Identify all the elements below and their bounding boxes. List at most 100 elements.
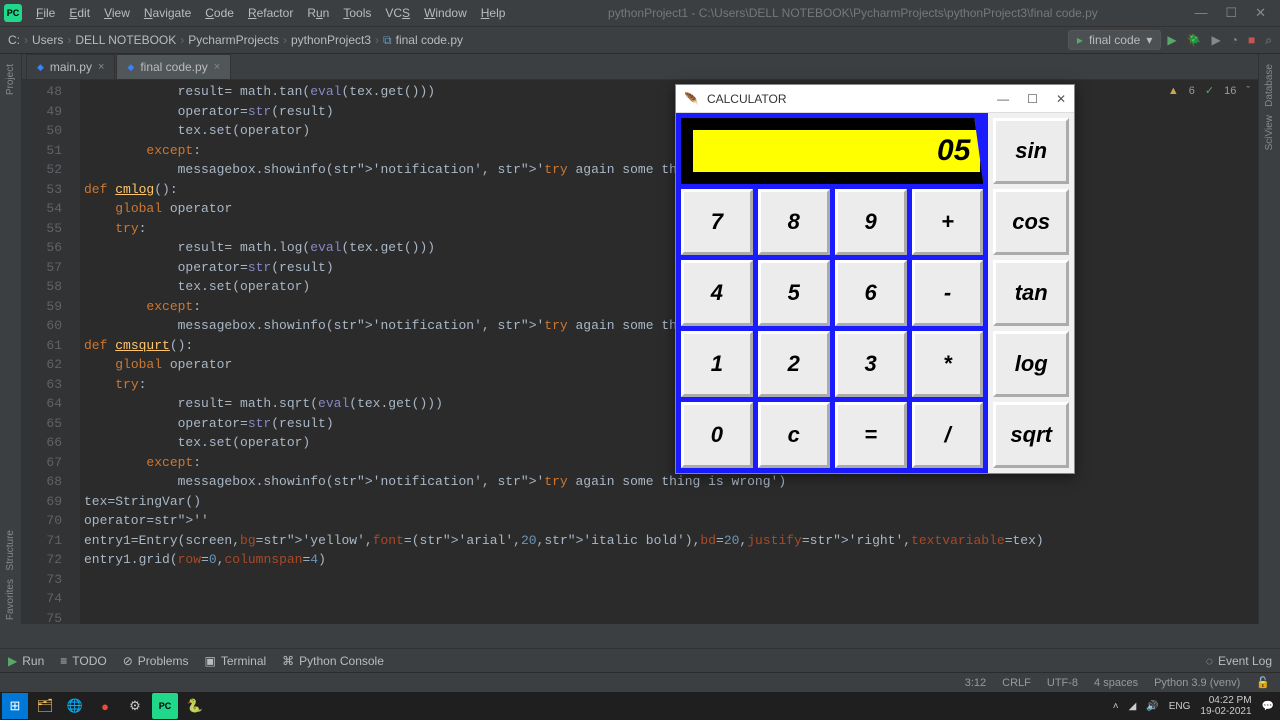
calc-btn-minus[interactable]: - (912, 260, 984, 326)
tool-python-console[interactable]: ⌘Python Console (282, 654, 384, 668)
calc-btn-8[interactable]: 8 (758, 189, 830, 255)
status-caret-pos[interactable]: 3:12 (965, 677, 986, 689)
code-area[interactable]: result= math.tan(eval(tex.get())) operat… (84, 82, 1258, 570)
lock-icon[interactable]: 🔓 (1256, 676, 1270, 689)
calc-maximize-icon[interactable]: ☐ (1027, 92, 1038, 106)
minimize-icon[interactable]: — (1194, 5, 1207, 21)
menu-help[interactable]: Help (475, 3, 512, 23)
tray-chevron-icon[interactable]: ˄ (1113, 701, 1119, 712)
calc-btn-plus[interactable]: + (912, 189, 984, 255)
breadcrumb-item[interactable]: pythonProject3 (291, 33, 371, 47)
calc-display[interactable]: 05 (681, 118, 983, 184)
calc-btn-3[interactable]: 3 (835, 331, 907, 397)
rail-favorites[interactable]: Favorites (5, 575, 16, 624)
status-encoding[interactable]: UTF-8 (1047, 677, 1078, 689)
close-icon[interactable]: ✕ (1255, 5, 1266, 21)
debug-icon[interactable]: 🪲 (1187, 33, 1202, 47)
tab-close-icon[interactable]: × (214, 61, 220, 73)
menu-window[interactable]: Window (418, 3, 473, 23)
breadcrumb-item[interactable]: Users (32, 33, 63, 47)
stop-icon[interactable]: ■ (1248, 33, 1255, 47)
chevron-down-icon: ▾ (1146, 33, 1152, 47)
chrome-icon[interactable]: 🌐 (62, 693, 88, 719)
status-indent[interactable]: 4 spaces (1094, 677, 1138, 689)
menu-tools[interactable]: Tools (337, 3, 377, 23)
calculator-titlebar[interactable]: 🪶 CALCULATOR — ☐ ✕ (676, 85, 1074, 113)
breadcrumb-item[interactable]: PycharmProjects (188, 33, 279, 47)
tab-final-code-py[interactable]: ◆ final code.py × (116, 54, 231, 79)
calc-btn-mul[interactable]: * (912, 331, 984, 397)
maximize-icon[interactable]: ☐ (1225, 5, 1237, 21)
status-interpreter[interactable]: Python 3.9 (venv) (1154, 677, 1240, 689)
right-tool-rail: Database SciView (1258, 54, 1280, 624)
main-menu: File Edit View Navigate Code Refactor Ru… (30, 3, 511, 23)
inspection-widget[interactable]: ▲ 6 ✓ 16 ˇ (1168, 84, 1250, 97)
calc-btn-div[interactable]: / (912, 402, 984, 468)
run-icon[interactable]: ▶ (1167, 33, 1176, 47)
app-icon: PC (4, 4, 22, 22)
calc-btn-5[interactable]: 5 (758, 260, 830, 326)
menu-view[interactable]: View (98, 3, 136, 23)
tray-volume-icon[interactable]: 🔊 (1146, 701, 1158, 712)
calc-btn-sin[interactable]: sin (993, 118, 1069, 184)
menu-code[interactable]: Code (199, 3, 240, 23)
rail-database[interactable]: Database (1264, 60, 1275, 111)
tool-terminal[interactable]: ▣Terminal (204, 654, 266, 668)
warning-count: 6 (1189, 85, 1195, 97)
calc-minimize-icon[interactable]: — (997, 92, 1009, 106)
run-config-dropdown[interactable]: ▸ final code ▾ (1068, 30, 1161, 50)
window-title: pythonProject1 - C:\Users\DELL NOTEBOOK\… (511, 6, 1194, 20)
menu-edit[interactable]: Edit (63, 3, 96, 23)
tab-close-icon[interactable]: × (98, 61, 104, 73)
calc-btn-eq[interactable]: = (835, 402, 907, 468)
tab-label: main.py (50, 60, 92, 74)
tray-network-icon[interactable]: ◢ (1129, 701, 1137, 712)
tray-language[interactable]: ENG (1169, 701, 1191, 712)
tab-label: final code.py (140, 60, 207, 74)
calc-btn-6[interactable]: 6 (835, 260, 907, 326)
start-button[interactable]: ⊞ (2, 693, 28, 719)
settings-icon[interactable]: ⚙ (122, 693, 148, 719)
calc-close-icon[interactable]: ✕ (1056, 92, 1066, 106)
calc-btn-log[interactable]: log (993, 331, 1069, 397)
line-gutter: 4849505152535455565758596061626364656667… (22, 80, 80, 624)
calc-btn-2[interactable]: 2 (758, 331, 830, 397)
calc-btn-4[interactable]: 4 (681, 260, 753, 326)
menu-vcs[interactable]: VCS (379, 3, 416, 23)
calc-btn-9[interactable]: 9 (835, 189, 907, 255)
calc-btn-cos[interactable]: cos (993, 189, 1069, 255)
tool-problems[interactable]: ⊘Problems (123, 654, 189, 668)
python-task-icon[interactable]: 🐍 (182, 693, 208, 719)
rail-structure[interactable]: Structure (5, 526, 16, 575)
rail-project[interactable]: Project (5, 60, 16, 99)
system-clock[interactable]: 04:22 PM 19-02-2021 (1200, 695, 1251, 717)
notification-icon[interactable]: 💬 (1262, 701, 1274, 712)
calc-btn-clear[interactable]: c (758, 402, 830, 468)
search-icon[interactable]: ⌕ (1265, 33, 1272, 48)
file-explorer-icon[interactable]: 🗂 (32, 693, 58, 719)
calc-btn-7[interactable]: 7 (681, 189, 753, 255)
coverage-icon[interactable]: ▶ (1212, 33, 1221, 47)
tool-run[interactable]: ▶Run (8, 654, 44, 668)
menu-file[interactable]: File (30, 3, 61, 23)
breadcrumb-item[interactable]: C: (8, 33, 20, 47)
tab-main-py[interactable]: ◆ main.py × (26, 54, 115, 79)
calc-btn-tan[interactable]: tan (993, 260, 1069, 326)
check-icon: ✓ (1205, 84, 1214, 97)
record-icon[interactable]: ● (92, 693, 118, 719)
tool-todo[interactable]: ≡TODO (60, 654, 106, 668)
calc-btn-1[interactable]: 1 (681, 331, 753, 397)
breadcrumb-item[interactable]: final code.py (396, 33, 463, 47)
terminal-icon: ▣ (204, 654, 215, 668)
rail-sciview[interactable]: SciView (1264, 111, 1275, 154)
calc-btn-sqrt[interactable]: sqrt (993, 402, 1069, 468)
tool-event-log[interactable]: ◌Event Log (1206, 654, 1272, 668)
pycharm-task-icon[interactable]: PC (152, 693, 178, 719)
menu-navigate[interactable]: Navigate (138, 3, 197, 23)
calc-btn-0[interactable]: 0 (681, 402, 753, 468)
profile-icon[interactable]: ◔ (1231, 33, 1238, 47)
status-line-sep[interactable]: CRLF (1002, 677, 1031, 689)
breadcrumb-item[interactable]: DELL NOTEBOOK (75, 33, 176, 47)
menu-refactor[interactable]: Refactor (242, 3, 299, 23)
menu-run[interactable]: Run (301, 3, 335, 23)
